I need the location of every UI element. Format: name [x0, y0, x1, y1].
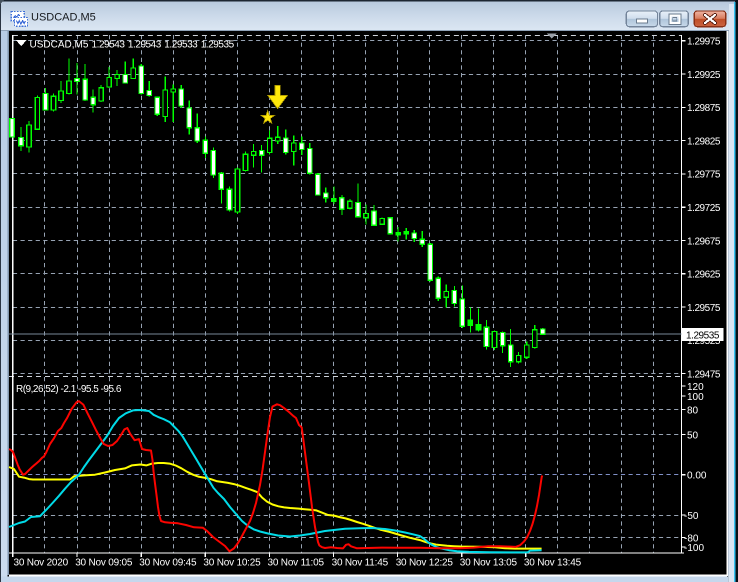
svg-text:1.29543: 1.29543 [92, 40, 126, 51]
svg-text:30 Nov 2020: 30 Nov 2020 [14, 558, 69, 569]
svg-text:1.29625: 1.29625 [687, 270, 721, 281]
svg-text:1.29543: 1.29543 [128, 40, 162, 51]
svg-text:30 Nov 10:25: 30 Nov 10:25 [203, 558, 261, 569]
svg-text:50: 50 [687, 430, 699, 441]
svg-text:30 Nov 11:05: 30 Nov 11:05 [268, 558, 325, 569]
svg-text:30 Nov 09:05: 30 Nov 09:05 [75, 558, 133, 569]
svg-text:1.29535: 1.29535 [201, 40, 235, 51]
svg-text:30 Nov 11:45: 30 Nov 11:45 [332, 558, 389, 569]
svg-text:USDCAD,M5: USDCAD,M5 [30, 40, 89, 51]
svg-text:1.29725: 1.29725 [687, 203, 721, 214]
svg-text:0.00: 0.00 [687, 471, 707, 482]
svg-text:30 Nov 13:45: 30 Nov 13:45 [524, 558, 582, 569]
svg-text:1.29975: 1.29975 [687, 37, 721, 48]
svg-text:1.29775: 1.29775 [687, 170, 721, 181]
svg-text:100: 100 [687, 392, 704, 403]
svg-text:30 Nov 09:45: 30 Nov 09:45 [139, 558, 197, 569]
svg-text:30 Nov 12:25: 30 Nov 12:25 [396, 558, 454, 569]
svg-text:-100: -100 [684, 543, 704, 554]
svg-text:1.29925: 1.29925 [687, 70, 721, 81]
svg-text:1.29475: 1.29475 [687, 369, 721, 380]
svg-text:80: 80 [687, 405, 699, 416]
svg-text:-50: -50 [684, 511, 699, 522]
svg-text:1.29875: 1.29875 [687, 103, 721, 114]
svg-text:USDCAD,M5: USDCAD,M5 [31, 12, 96, 24]
svg-text:1.29533: 1.29533 [164, 40, 198, 51]
svg-text:1.29675: 1.29675 [687, 236, 721, 247]
svg-text:1.29535: 1.29535 [686, 330, 720, 341]
svg-text:30 Nov 13:05: 30 Nov 13:05 [460, 558, 518, 569]
svg-text:1.29575: 1.29575 [687, 303, 721, 314]
svg-text:R(9,26,52) -2.1 -95.5 -95.6: R(9,26,52) -2.1 -95.5 -95.6 [16, 384, 122, 395]
svg-text:1.29825: 1.29825 [687, 136, 721, 147]
